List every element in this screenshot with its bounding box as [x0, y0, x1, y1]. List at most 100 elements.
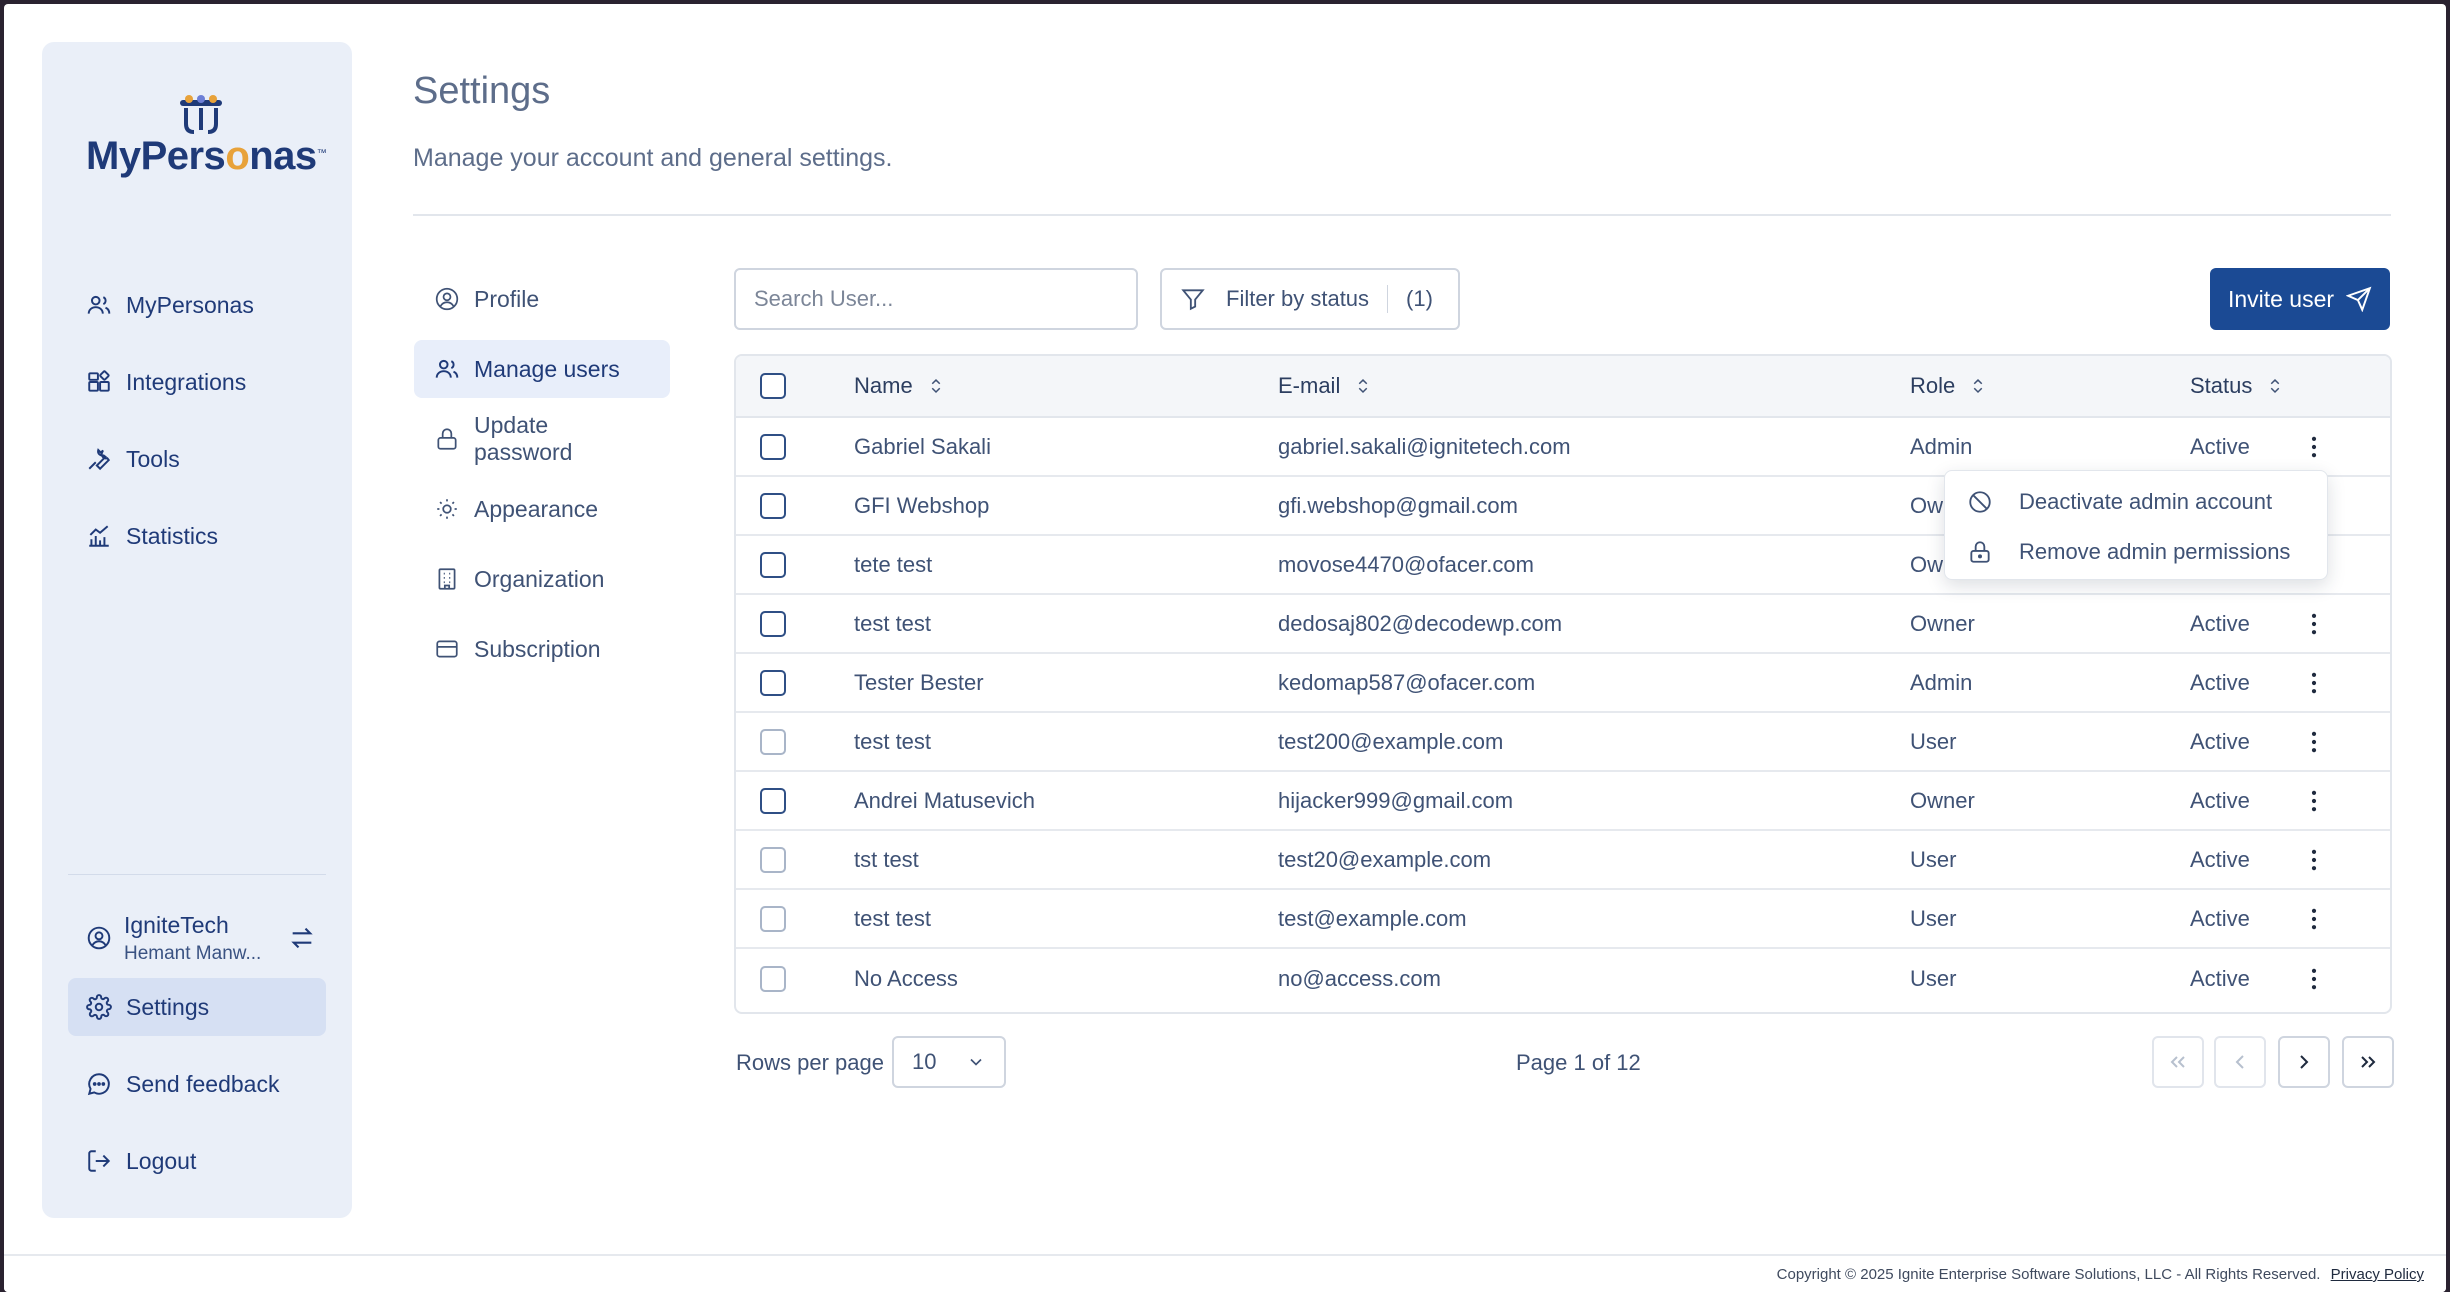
subnav-item-organization[interactable]: Organization — [414, 550, 670, 608]
more-options-icon[interactable] — [2300, 905, 2328, 933]
invite-user-label: Invite user — [2227, 285, 2335, 312]
chevrons-right-icon — [2361, 1056, 2376, 1068]
org-name: IgniteTech — [124, 911, 229, 938]
more-options-icon[interactable] — [2300, 433, 2328, 461]
sidebar-item-label: Statistics — [126, 522, 219, 549]
select-all-checkbox[interactable] — [760, 373, 786, 399]
subnav-item-subscription[interactable]: Subscription — [414, 620, 670, 678]
lock-icon — [437, 428, 457, 450]
copyright: Copyright © 2025 Ignite Enterprise Softw… — [1777, 1266, 2424, 1283]
subnav-item-label: Organization — [474, 565, 605, 592]
row-checkbox[interactable] — [760, 551, 786, 578]
sidebar-item-label: MyPersonas — [126, 291, 254, 318]
table-row[interactable]: tst test test20@example.com User Active — [736, 831, 2390, 890]
sidebar-item-mypersonas[interactable]: MyPersonas — [68, 276, 326, 334]
table-row[interactable]: test test test@example.com User Active — [736, 890, 2390, 949]
rows-per-page-select[interactable]: 10 — [892, 1036, 1006, 1088]
row-checkbox[interactable] — [760, 846, 786, 873]
sidebar-item-send-feedback[interactable]: Send feedback — [68, 1055, 326, 1113]
row-checkbox[interactable] — [760, 728, 786, 755]
more-options-icon[interactable] — [2300, 669, 2328, 697]
row-checkbox[interactable] — [760, 669, 786, 696]
row-checkbox[interactable] — [760, 433, 786, 460]
more-options-icon[interactable] — [2300, 965, 2328, 993]
more-options-icon[interactable] — [2300, 846, 2328, 874]
swap-icon[interactable] — [288, 924, 316, 952]
sort-icon — [1973, 378, 1983, 394]
row-checkbox[interactable] — [760, 965, 786, 992]
more-options-icon[interactable] — [2300, 610, 2328, 638]
user-name: Andrei Matusevich — [854, 787, 1035, 813]
more-options-icon[interactable] — [2300, 728, 2328, 756]
column-header-role[interactable]: Role — [1910, 356, 1987, 416]
chat-icon — [87, 1073, 110, 1096]
user-status: Active — [2190, 610, 2250, 636]
sidebar-item-label: Logout — [126, 1147, 197, 1174]
row-checkbox[interactable] — [760, 905, 786, 932]
row-checkbox[interactable] — [760, 492, 786, 519]
remove-admin-permissions-item[interactable]: Remove admin permissions — [1945, 527, 2327, 577]
filter-count-badge: (1) — [1406, 286, 1433, 311]
invite-user-button[interactable]: Invite user — [2210, 268, 2390, 330]
settings-subnav: Profile Manage users Update password App… — [414, 270, 670, 690]
last-page-button[interactable] — [2342, 1036, 2394, 1088]
sidebar-item-label: Tools — [126, 445, 180, 472]
rows-per-page-value: 10 — [912, 1049, 937, 1074]
sidebar-item-tools[interactable]: Tools — [68, 430, 326, 488]
table-row[interactable]: Andrei Matusevich hijacker999@gmail.com … — [736, 772, 2390, 831]
subnav-item-manage-users[interactable]: Manage users — [414, 340, 670, 398]
search-user-input[interactable] — [734, 268, 1138, 330]
user-name: No Access — [854, 965, 958, 991]
subnav-item-profile[interactable]: Profile — [414, 270, 670, 328]
table-row[interactable]: No Access no@access.com User Active — [736, 949, 2390, 1008]
sidebar-nav: MyPersonas Integrations Tools Statistics — [68, 276, 326, 584]
building-icon — [438, 568, 456, 590]
more-options-icon[interactable] — [2300, 787, 2328, 815]
deactivate-admin-account-item[interactable]: Deactivate admin account — [1945, 477, 2327, 527]
column-header-name[interactable]: Name — [854, 356, 945, 416]
logo-mark-icon — [180, 95, 222, 134]
chart-icon — [89, 525, 109, 547]
user-name: test test — [854, 610, 932, 636]
lock-icon — [1970, 541, 1990, 563]
sidebar-item-settings[interactable]: Settings — [68, 978, 326, 1036]
subnav-item-label: Manage users — [474, 355, 620, 382]
table-row[interactable]: Gabriel Sakali gabriel.sakali@ignitetech… — [736, 418, 2390, 477]
user-name: tst test — [854, 846, 919, 872]
privacy-policy-link[interactable]: Privacy Policy — [2331, 1266, 2424, 1283]
filter-by-status-button[interactable]: Filter by status (1) — [1160, 268, 1460, 330]
sidebar-item-statistics[interactable]: Statistics — [68, 507, 326, 565]
subnav-item-label: Profile — [474, 285, 540, 312]
previous-page-button[interactable] — [2214, 1036, 2266, 1088]
sort-icon — [931, 378, 940, 394]
filter-label: Filter by status — [1226, 286, 1370, 311]
page-info: Page 1 of 12 — [1516, 1050, 1641, 1075]
column-header-status[interactable]: Status — [2190, 356, 2284, 416]
user-role: User — [1910, 965, 1957, 991]
table-row[interactable]: Tester Bester kedomap587@ofacer.com Admi… — [736, 654, 2390, 713]
footer: Copyright © 2025 Ignite Enterprise Softw… — [4, 1254, 2446, 1292]
subnav-item-appearance[interactable]: Appearance — [414, 480, 670, 538]
sidebar-item-integrations[interactable]: Integrations — [68, 353, 326, 411]
table-row[interactable]: test test dedosaj802@decodewp.com Owner … — [736, 595, 2390, 654]
row-checkbox[interactable] — [760, 787, 786, 814]
user-email: gfi.webshop@gmail.com — [1278, 492, 1518, 518]
wrench-icon — [88, 448, 111, 471]
org-switcher[interactable]: IgniteTech Hemant Manw... — [86, 904, 316, 972]
user-role: User — [1910, 728, 1957, 754]
column-header-email[interactable]: E-mail — [1278, 356, 1372, 416]
table-row[interactable]: test test test200@example.com User Activ… — [736, 713, 2390, 772]
gear-icon — [86, 994, 112, 1020]
filter-separator — [1387, 285, 1389, 313]
row-checkbox[interactable] — [760, 610, 786, 637]
sidebar-item-logout[interactable]: Logout — [68, 1132, 326, 1190]
user-status: Active — [2190, 965, 2250, 991]
first-page-button[interactable] — [2152, 1036, 2204, 1088]
user-email: kedomap587@ofacer.com — [1278, 669, 1536, 695]
header-divider — [413, 214, 2391, 216]
app-logo[interactable]: MyPersonas™ — [86, 94, 327, 204]
users-table: Name E-mail Role Status Gabriel Sakali g… — [734, 354, 2392, 1014]
subnav-item-update-password[interactable]: Update password — [414, 410, 670, 468]
next-page-button[interactable] — [2278, 1036, 2330, 1088]
user-circle-icon — [87, 926, 111, 950]
